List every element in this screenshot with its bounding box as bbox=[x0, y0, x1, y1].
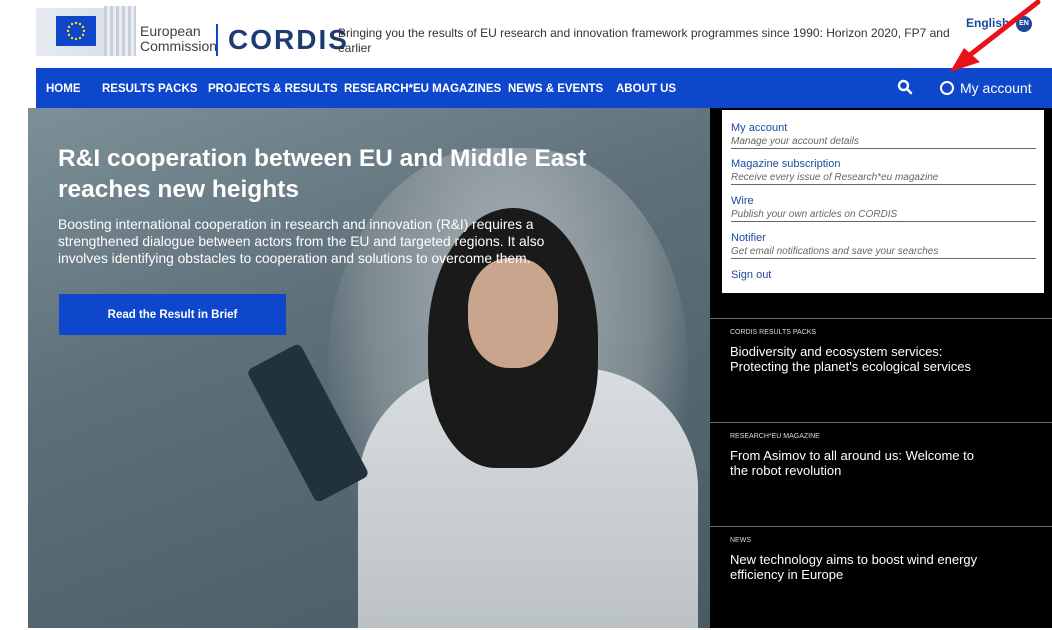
dropdown-description: Publish your own articles on CORDIS bbox=[731, 208, 1036, 222]
dropdown-item-notifier[interactable]: Notifier Get email notifications and sav… bbox=[731, 231, 1036, 259]
nav-research-eu-magazines[interactable]: RESEARCH*EU MAGAZINES bbox=[344, 68, 501, 108]
european-commission-logo[interactable] bbox=[36, 6, 136, 56]
side-card-category: CORDIS RESULTS PACKS bbox=[730, 329, 817, 336]
site-header: European Commission CORDIS Bringing you … bbox=[0, 0, 1052, 68]
dropdown-link[interactable]: Wire bbox=[731, 194, 1036, 208]
tagline: Bringing you the results of EU research … bbox=[338, 26, 950, 55]
dropdown-link[interactable]: My account bbox=[731, 121, 1036, 135]
ec-line-2: Commission bbox=[140, 38, 218, 54]
dropdown-item-sign-out[interactable]: Sign out bbox=[731, 268, 1036, 282]
side-card-category: NEWS bbox=[730, 537, 751, 544]
user-circle-icon bbox=[940, 81, 954, 95]
dropdown-item-magazine-subscription[interactable]: Magazine subscription Receive every issu… bbox=[731, 157, 1036, 185]
main-nav: HOME RESULTS PACKS PROJECTS & RESULTS RE… bbox=[36, 68, 1052, 108]
dropdown-item-wire[interactable]: Wire Publish your own articles on CORDIS bbox=[731, 194, 1036, 222]
side-card-news[interactable]: NEWS New technology aims to boost wind e… bbox=[710, 526, 1052, 630]
eu-flag-icon bbox=[56, 16, 96, 46]
dropdown-description: Receive every issue of Research*eu magaz… bbox=[731, 171, 1036, 185]
nav-home[interactable]: HOME bbox=[46, 68, 81, 108]
dropdown-item-my-account[interactable]: My account Manage your account details bbox=[731, 121, 1036, 149]
side-card-magazine[interactable]: RESEARCH*EU MAGAZINE From Asimov to all … bbox=[710, 422, 1052, 526]
nav-about-us[interactable]: ABOUT US bbox=[616, 68, 676, 108]
dropdown-link[interactable]: Magazine subscription bbox=[731, 157, 1036, 171]
nav-projects-results[interactable]: PROJECTS & RESULTS bbox=[208, 68, 338, 108]
side-card-title[interactable]: From Asimov to all around us: Welcome to… bbox=[730, 448, 990, 478]
sign-out-link[interactable]: Sign out bbox=[731, 268, 1036, 282]
dropdown-link[interactable]: Notifier bbox=[731, 231, 1036, 245]
dropdown-description: Get email notifications and save your se… bbox=[731, 245, 1036, 259]
ec-line-1: European bbox=[140, 23, 201, 39]
hero-title[interactable]: R&I cooperation between EU and Middle Ea… bbox=[58, 143, 598, 205]
cordis-logo[interactable]: CORDIS bbox=[216, 24, 349, 56]
side-card-results-pack[interactable]: CORDIS RESULTS PACKS Biodiversity and ec… bbox=[710, 318, 1052, 422]
hero-text: Boosting international cooperation in re… bbox=[58, 217, 545, 266]
side-card-title[interactable]: Biodiversity and ecosystem services: Pro… bbox=[730, 344, 990, 374]
search-icon[interactable] bbox=[896, 78, 914, 96]
nav-results-packs[interactable]: RESULTS PACKS bbox=[102, 68, 197, 108]
account-dropdown: My account Manage your account details M… bbox=[722, 110, 1044, 293]
read-result-button[interactable]: Read the Result in Brief bbox=[59, 294, 286, 335]
side-card-category: RESEARCH*EU MAGAZINE bbox=[730, 433, 820, 440]
annotation-arrow-icon bbox=[950, 0, 1041, 72]
side-card-title[interactable]: New technology aims to boost wind energy… bbox=[730, 552, 990, 582]
european-commission-text: European Commission bbox=[140, 24, 217, 54]
nav-news-events[interactable]: NEWS & EVENTS bbox=[508, 68, 603, 108]
dropdown-description: Manage your account details bbox=[731, 135, 1036, 149]
